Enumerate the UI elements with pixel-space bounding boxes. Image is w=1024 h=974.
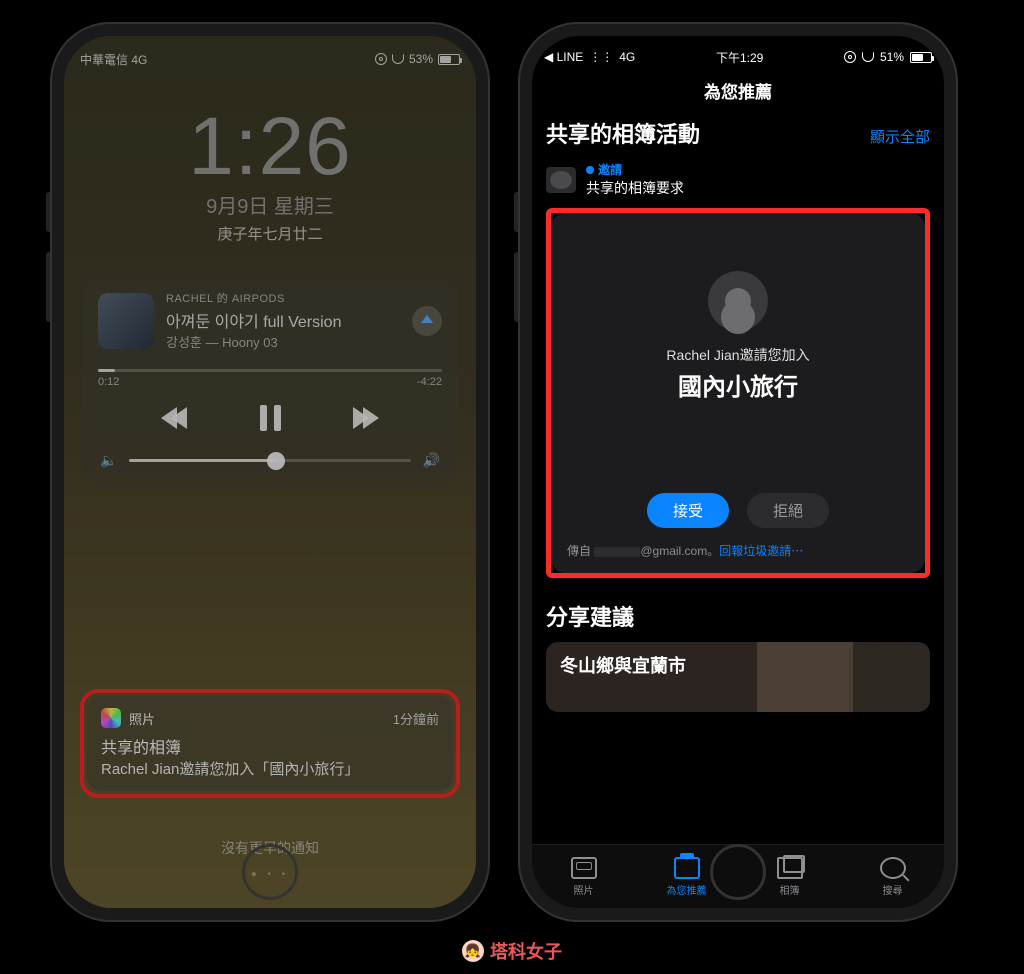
accept-button[interactable]: 接受 [647,493,729,528]
tab-search[interactable]: 搜尋 [841,845,944,908]
battery-percent: 53% [409,52,433,66]
recording-indicator-icon [844,51,856,63]
notification-app-name: 照片 [129,709,155,728]
for-you-icon [674,857,700,879]
watermark-text: 塔科女子 [490,938,562,964]
time-remaining: -4:22 [417,376,442,388]
lock-screen: 中華電信 4G 53% 1:26 9月9日 星期三 庚子年七月廿二 RACHEL… [64,36,476,908]
annotation-highlight: Rachel Jian邀請您加入 國內小旅行 接受 拒絕 傳自 @gmail.c… [546,208,930,578]
tab-library[interactable]: 照片 [532,845,635,908]
carrier-label: 中華電信 4G [80,51,147,68]
nav-title: 為您推薦 [532,70,944,113]
back-to-app[interactable]: ◀ LINE [544,50,583,64]
photos-app-icon [101,708,121,728]
headphones-icon [392,54,404,64]
airplay-button[interactable] [412,306,442,336]
photos-notification[interactable]: 照片 1分鐘前 共享的相簿 Rachel Jian邀請您加入「國內小旅行」 [87,696,453,791]
home-button[interactable] [710,844,766,900]
album-art [98,293,154,349]
annotation-highlight: 照片 1分鐘前 共享的相簿 Rachel Jian邀請您加入「國內小旅行」 [80,689,460,798]
status-bar: ◀ LINE ⋮⋮ 4G 下午1:29 51% [532,36,944,70]
battery-icon [910,52,932,63]
track-title: 아껴둔 이야기 full Version [166,308,400,332]
phone-right: ◀ LINE ⋮⋮ 4G 下午1:29 51% 為您推薦 共享的相簿活動 顯示全… [518,22,958,922]
notification-body: Rachel Jian邀請您加入「國內小旅行」 [101,758,439,779]
status-time: 下午1:29 [716,49,763,66]
audio-output-label: RACHEL 的 AIRPODS [166,290,400,306]
share-request-row[interactable]: 邀請 共享的相簿要求 [546,161,930,198]
track-artist: 강성훈 — Hoony 03 [166,332,400,351]
network-label: 4G [619,50,635,64]
suggestion-title: 冬山鄉與宜蘭市 [560,656,686,676]
reject-button[interactable]: 拒絕 [747,493,829,528]
invite-line: Rachel Jian邀請您加入 [666,345,809,365]
avatar-placeholder-icon [708,271,768,331]
now-playing-widget[interactable]: RACHEL 的 AIRPODS 아껴둔 이야기 full Version 강성… [82,274,458,483]
volume-slider[interactable] [129,459,410,462]
recording-indicator-icon [375,53,387,65]
sharing-suggestions-heading: 分享建議 [546,600,930,632]
scrubber[interactable] [98,369,442,372]
photos-app-screen: ◀ LINE ⋮⋮ 4G 下午1:29 51% 為您推薦 共享的相簿活動 顯示全… [532,36,944,908]
library-icon [571,857,597,879]
invite-card: Rachel Jian邀請您加入 國內小旅行 接受 拒絕 傳自 @gmail.c… [551,213,925,573]
volume-high-icon: 🔊 [423,452,440,469]
notification-time: 1分鐘前 [393,709,439,728]
report-junk-link[interactable]: 回報垃圾邀請⋯ [719,544,803,558]
invite-badge: 邀請 [598,163,622,177]
watermark: 👧 塔科女子 [462,938,562,964]
albums-icon [777,857,803,879]
notification-title: 共享的相簿 [101,734,439,758]
time-elapsed: 0:12 [98,376,119,388]
invite-album-name: 國內小旅行 [678,367,798,402]
home-button[interactable] [242,844,298,900]
suggestion-card[interactable]: 冬山鄉與宜蘭市 [546,642,930,712]
contact-icon [546,167,576,193]
request-label: 共享的相簿要求 [586,178,684,198]
section-heading: 共享的相簿活動 [546,117,700,149]
volume-low-icon: 🔈 [100,452,117,469]
search-icon [880,857,906,879]
battery-icon [438,54,460,65]
headphones-icon [862,52,874,62]
clock-lunar: 庚子年七月廿二 [64,223,476,244]
pause-button[interactable] [250,398,290,438]
forward-button[interactable] [346,398,386,438]
signal-icon: ⋮⋮ [589,50,613,64]
rewind-button[interactable] [154,398,194,438]
redacted-email [594,547,640,557]
status-bar: 中華電信 4G 53% [64,36,476,72]
phone-left: 中華電信 4G 53% 1:26 9月9日 星期三 庚子年七月廿二 RACHEL… [50,22,490,922]
invite-from-line: 傳自 @gmail.com。回報垃圾邀請⋯ [567,542,803,559]
show-all-link[interactable]: 顯示全部 [870,126,930,147]
battery-percent: 51% [880,50,904,64]
watermark-icon: 👧 [462,940,484,962]
